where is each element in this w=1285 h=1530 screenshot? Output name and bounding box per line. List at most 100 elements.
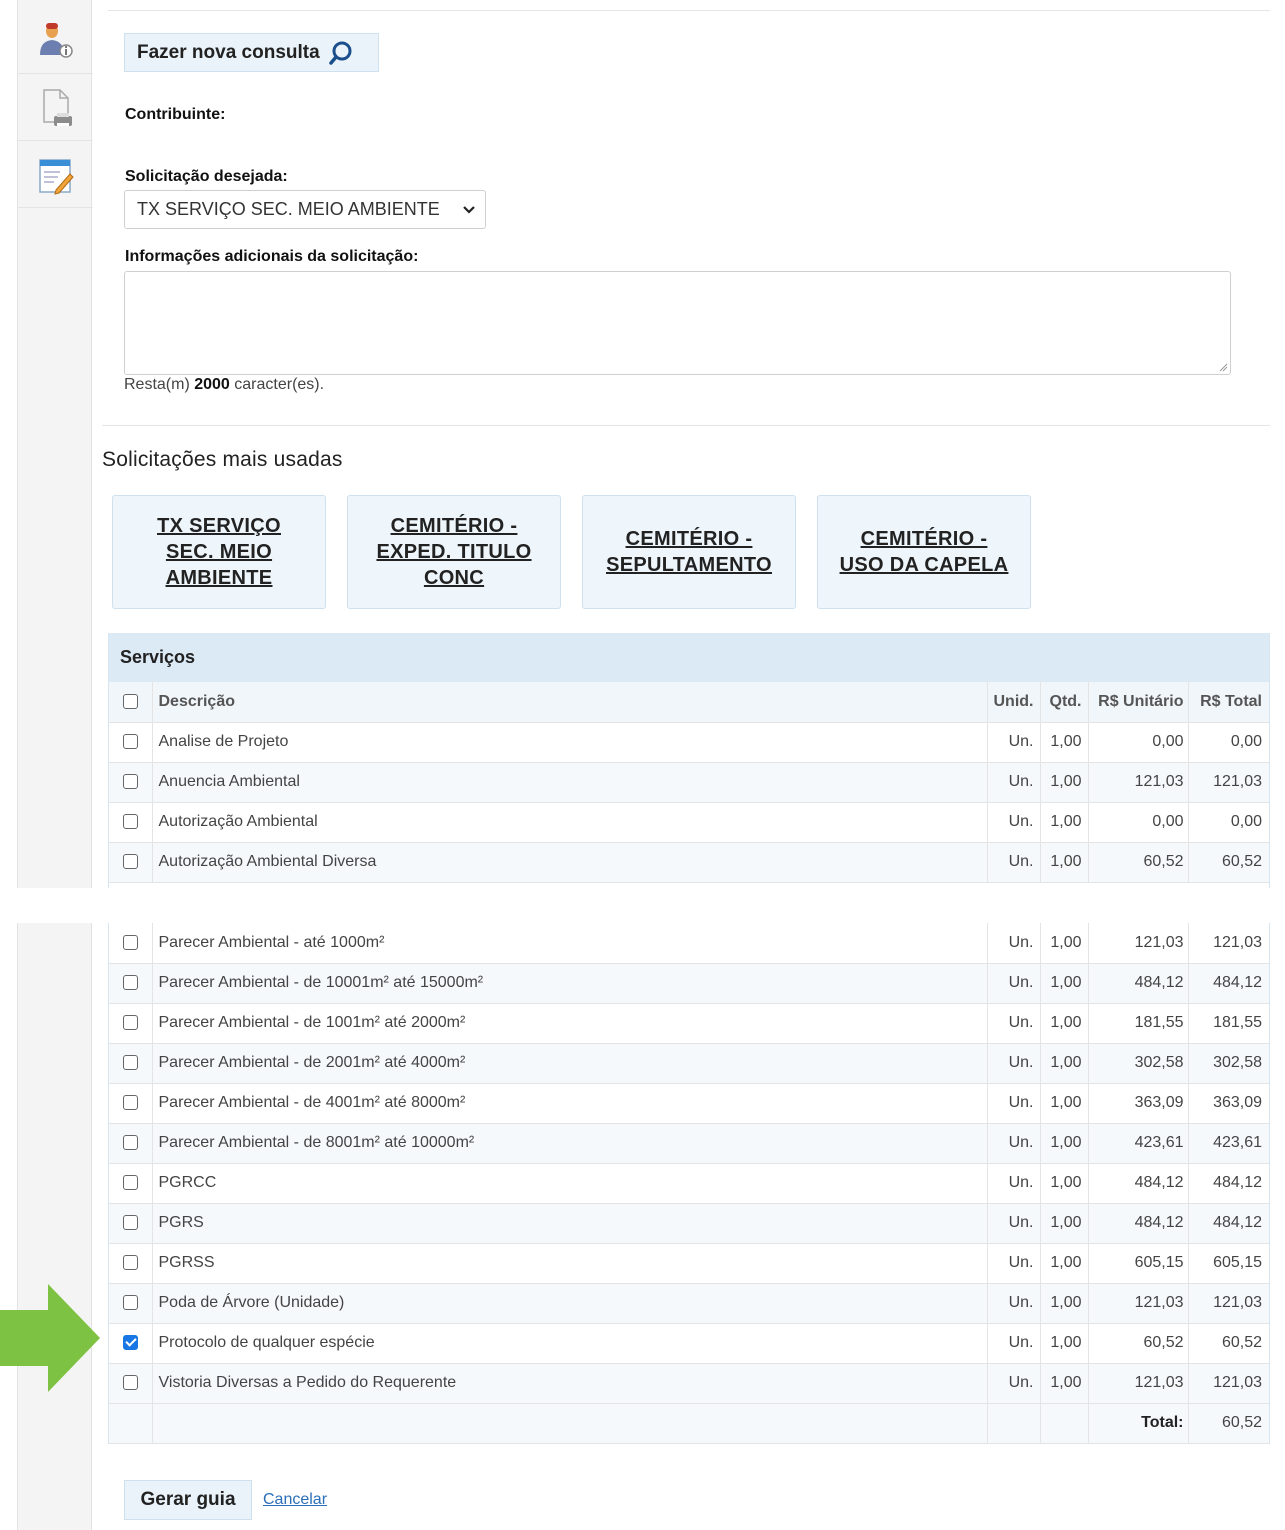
services-panel: Serviços Descrição Unid. Qtd. R$ Unitári…	[108, 633, 1270, 888]
table-row: Anuencia Ambiental Un. 1,00 121,03 121,03	[109, 762, 1269, 803]
row-checkbox[interactable]	[122, 1255, 138, 1271]
table-row: Autorização Ambiental Un. 1,00 0,00 0,00	[109, 802, 1269, 843]
row-unit-price: 181,55	[1088, 1003, 1189, 1044]
row-checkbox-cell	[109, 1003, 153, 1044]
row-unit: Un.	[987, 1363, 1041, 1404]
favorite-tx-servico-meio-ambiente[interactable]: TX SERVIÇO SEC. MEIO AMBIENTE	[112, 495, 326, 609]
row-description: Parecer Ambiental - de 8001m² até 10000m…	[152, 1123, 988, 1164]
favorite-cemiterio-uso-capela[interactable]: CEMITÉRIO - USO DA CAPELA	[817, 495, 1031, 609]
row-total: 484,12	[1188, 963, 1269, 1004]
pointer-arrow-icon	[0, 1284, 100, 1392]
row-checkbox[interactable]	[122, 1015, 138, 1031]
row-description: Vistoria Diversas a Pedido do Requerente	[152, 1363, 988, 1404]
row-unit: Un.	[987, 1203, 1041, 1244]
row-unit-price: 60,52	[1088, 1323, 1189, 1364]
row-checkbox[interactable]	[122, 1135, 138, 1151]
row-checkbox[interactable]	[122, 814, 138, 830]
screenshot-gap	[0, 888, 1285, 923]
row-total: 0,00	[1188, 802, 1269, 843]
contributor-info-icon[interactable]	[18, 8, 93, 74]
row-checkbox[interactable]	[122, 1215, 138, 1231]
row-description: Parecer Ambiental - de 2001m² até 4000m²	[152, 1043, 988, 1084]
solicitacao-label: Solicitação desejada:	[125, 168, 288, 185]
col-descricao: Descrição	[152, 682, 988, 723]
row-total: 0,00	[1188, 722, 1269, 763]
favorite-cemiterio-sepultamento[interactable]: CEMITÉRIO - SEPULTAMENTO	[582, 495, 796, 609]
select-all-checkbox[interactable]	[122, 694, 138, 710]
row-checkbox-cell	[109, 1043, 153, 1084]
table-row: Parecer Ambiental - de 8001m² até 10000m…	[109, 1123, 1269, 1164]
table-row: Parecer Ambiental - de 2001m² até 4000m²…	[109, 1043, 1269, 1084]
row-checkbox[interactable]	[122, 774, 138, 790]
row-qty: 1,00	[1040, 963, 1089, 1004]
row-checkbox-cell	[109, 1283, 153, 1324]
table-row: PGRS Un. 1,00 484,12 484,12	[109, 1203, 1269, 1244]
fav-line: CONC	[423, 567, 485, 589]
row-checkbox[interactable]	[122, 975, 138, 991]
total-row: Total: 60,52	[109, 1403, 1269, 1444]
row-description: PGRS	[152, 1203, 988, 1244]
row-description: Protocolo de qualquer espécie	[152, 1323, 988, 1364]
table-row: PGRSS Un. 1,00 605,15 605,15	[109, 1243, 1269, 1284]
row-qty: 1,00	[1040, 722, 1089, 763]
row-checkbox-cell	[109, 842, 153, 883]
row-checkbox-cell	[109, 1243, 153, 1284]
edit-form-icon[interactable]	[18, 142, 93, 208]
row-description: Anuencia Ambiental	[152, 762, 988, 803]
new-search-button[interactable]: Fazer nova consulta	[124, 33, 379, 72]
row-checkbox[interactable]	[122, 935, 138, 951]
table-row: PGRCC Un. 1,00 484,12 484,12	[109, 1163, 1269, 1204]
table-row: Autorização Ambiental Diversa Un. 1,00 60,5…	[109, 842, 1269, 883]
row-unit: Un.	[987, 762, 1041, 803]
row-unit: Un.	[987, 1003, 1041, 1044]
resize-handle-icon[interactable]	[1218, 362, 1228, 372]
remaining-count: 2000	[194, 376, 230, 393]
row-checkbox-cell	[109, 802, 153, 843]
row-checkbox[interactable]	[122, 1175, 138, 1191]
favorite-cemiterio-exped-titulo[interactable]: CEMITÉRIO - EXPED. TITULO CONC	[347, 495, 561, 609]
row-unit: Un.	[987, 1243, 1041, 1284]
services-table-continued: Parecer Ambiental - até 1000m² Un. 1,00 121…	[109, 923, 1269, 1444]
row-checkbox[interactable]	[122, 1295, 138, 1311]
row-description: PGRSS	[152, 1243, 988, 1284]
row-qty: 1,00	[1040, 1123, 1089, 1164]
cancel-link[interactable]: Cancelar	[263, 1491, 327, 1509]
row-checkbox[interactable]	[122, 1095, 138, 1111]
row-total: 423,61	[1188, 1123, 1269, 1164]
row-checkbox-cell	[109, 1203, 153, 1244]
row-unit-price: 121,03	[1088, 1283, 1189, 1324]
row-checkbox-cell	[109, 923, 153, 964]
row-description: PGRCC	[152, 1163, 988, 1204]
row-unit: Un.	[987, 1083, 1041, 1124]
row-checkbox[interactable]	[122, 1375, 138, 1391]
row-description: Autorização Ambiental Diversa	[152, 842, 988, 883]
row-unit-price: 60,52	[1088, 842, 1189, 883]
row-unit-price: 121,03	[1088, 762, 1189, 803]
row-total: 121,03	[1188, 1283, 1269, 1324]
row-checkbox[interactable]	[122, 854, 138, 870]
row-unit: Un.	[987, 1163, 1041, 1204]
row-total: 363,09	[1188, 1083, 1269, 1124]
row-total: 60,52	[1188, 1323, 1269, 1364]
row-checkbox[interactable]	[122, 734, 138, 750]
row-unit-price: 605,15	[1088, 1243, 1189, 1284]
print-document-icon[interactable]	[18, 75, 93, 141]
row-unit: Un.	[987, 1043, 1041, 1084]
row-unit-price: 0,00	[1088, 722, 1189, 763]
fav-line: CEMITÉRIO -	[625, 528, 753, 550]
row-qty: 1,00	[1040, 1203, 1089, 1244]
generate-guide-button[interactable]: Gerar guia	[124, 1480, 252, 1520]
row-checkbox[interactable]	[122, 1335, 138, 1351]
row-total: 302,58	[1188, 1043, 1269, 1084]
row-qty: 1,00	[1040, 1283, 1089, 1324]
solicitacao-select[interactable]: TX SERVIÇO SEC. MEIO AMBIENTE	[124, 190, 486, 229]
col-total: R$ Total	[1188, 682, 1269, 723]
divider	[108, 10, 1270, 11]
info-textarea[interactable]	[124, 271, 1231, 375]
favorites-title: Solicitações mais usadas	[102, 448, 343, 471]
row-checkbox-cell	[109, 722, 153, 763]
row-unit: Un.	[987, 1323, 1041, 1364]
col-unitario: R$ Unitário	[1088, 682, 1189, 723]
row-checkbox[interactable]	[122, 1055, 138, 1071]
table-row: Protocolo de qualquer espécie Un. 1,00 60,5…	[109, 1323, 1269, 1364]
